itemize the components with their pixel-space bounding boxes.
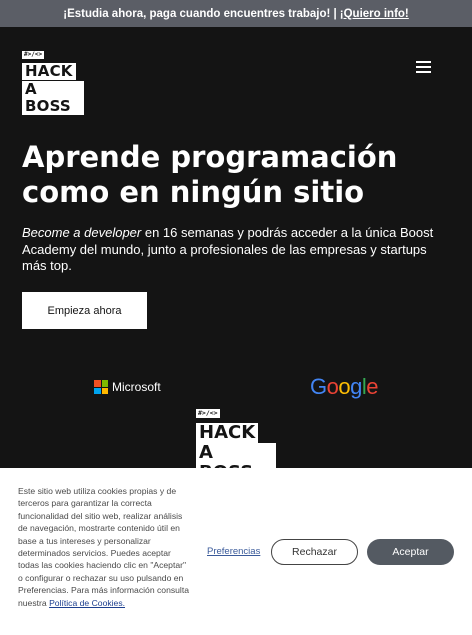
hero-title-line-2: como en ningún sitio — [22, 175, 365, 209]
google-letter: o — [338, 374, 351, 399]
start-now-button[interactable]: Empieza ahora — [22, 292, 147, 329]
hero-title-line-1: Aprende programación — [22, 140, 398, 174]
google-logo: Google — [310, 374, 379, 400]
google-letter: G — [310, 374, 327, 399]
logo-code-tag: #>/<> — [22, 51, 45, 59]
google-letter: e — [366, 374, 379, 399]
logo-line-1: HACK — [196, 423, 259, 443]
site-header: #>/<> HACK A BOSS — [0, 27, 472, 115]
cookie-notice-body: Este sitio web utiliza cookies propias y… — [18, 486, 189, 608]
logo-line-1: HACK — [22, 63, 76, 80]
google-letter: o — [326, 374, 339, 399]
microsoft-logo: Microsoft — [94, 380, 161, 394]
cookie-notice-text: Este sitio web utiliza cookies propias y… — [18, 485, 193, 609]
cookie-consent-panel: Este sitio web utiliza cookies propias y… — [0, 468, 472, 635]
hero-subtitle-emphasis: Become a developer — [22, 225, 142, 240]
promo-banner: ¡Estudia ahora, paga cuando encuentres t… — [0, 0, 472, 27]
hamburger-menu-icon[interactable] — [412, 58, 434, 74]
promo-banner-text: ¡Estudia ahora, paga cuando encuentres t… — [63, 7, 337, 20]
hero-subtitle: Become a developer en 16 semanas y podrá… — [22, 225, 452, 275]
hero-title: Aprende programación como en ningún siti… — [22, 140, 452, 210]
logo-line-2: A BOSS — [22, 81, 84, 115]
microsoft-wordmark: Microsoft — [112, 380, 161, 394]
reject-cookies-button[interactable]: Rechazar — [271, 539, 358, 565]
logo-code-tag: #>/<> — [196, 409, 220, 418]
promo-banner-link[interactable]: ¡Quiero info! — [340, 8, 409, 20]
cookie-policy-link[interactable]: Política de Cookies. — [49, 598, 125, 608]
accept-cookies-button[interactable]: Aceptar — [367, 539, 454, 565]
google-letter: g — [350, 374, 362, 399]
microsoft-windows-icon — [94, 380, 108, 394]
cookie-preferences-link[interactable]: Preferencias — [207, 546, 260, 557]
hack-a-boss-logo[interactable]: #>/<> HACK A BOSS — [22, 43, 84, 116]
